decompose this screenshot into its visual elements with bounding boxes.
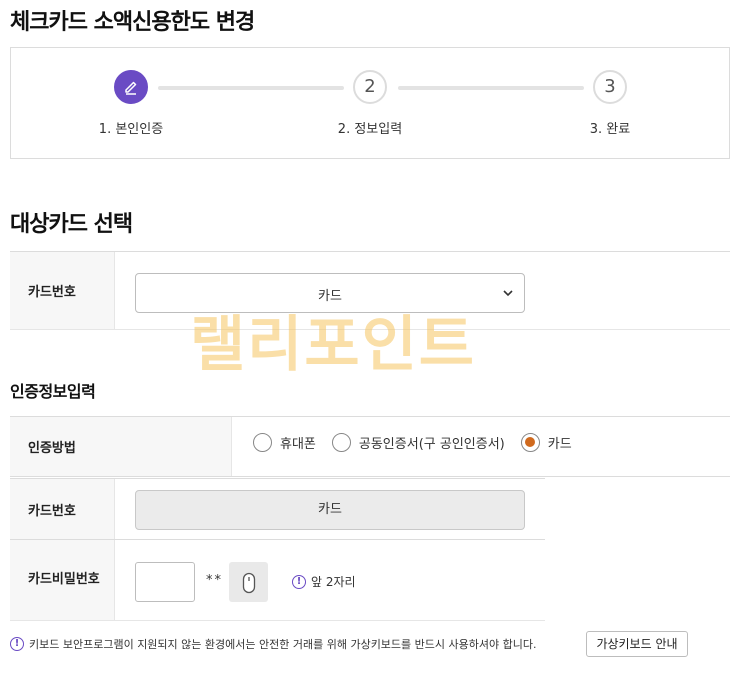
radio-certificate-label: 공동인증서(구 공인인증서)	[358, 437, 505, 452]
radio-card[interactable]: 카드	[520, 433, 572, 452]
auth-section-title: 인증정보입력	[10, 382, 96, 401]
auth-card-number-row: 카드번호 카드	[10, 478, 545, 539]
step-3-label: 3. 완료	[589, 122, 631, 137]
step-1-indicator	[114, 70, 148, 104]
keyboard-security-notice: ! 키보드 보안프로그램이 지원되지 않는 환경에서는 안전한 거래를 위해 가…	[10, 636, 536, 652]
step-connector-1	[158, 86, 344, 90]
chevron-down-icon	[503, 290, 513, 297]
target-card-row: 카드번호 카드	[10, 251, 730, 330]
target-card-section-title: 대상카드 선택	[10, 212, 133, 237]
virtual-keyboard-button[interactable]	[229, 562, 268, 602]
progress-stepper: 2 3 1. 본인인증 2. 정보입력 3. 완료	[10, 47, 730, 159]
auth-card-number-label: 카드번호	[10, 479, 115, 539]
step-3-indicator: 3	[593, 70, 627, 104]
password-hint: ! 앞 2자리	[292, 573, 356, 590]
card-password-input[interactable]	[135, 562, 195, 602]
password-hint-text: 앞 2자리	[311, 575, 356, 589]
exclamation-icon: !	[292, 574, 306, 589]
radio-phone-button[interactable]	[253, 433, 272, 452]
auth-method-radio-group: 휴대폰 공동인증서(구 공인인증서) 카드	[253, 433, 588, 452]
radio-phone-label: 휴대폰	[280, 437, 316, 452]
card-number-label: 카드번호	[10, 252, 115, 329]
pencil-icon	[125, 81, 137, 95]
card-password-row: 카드비밀번호 ** ! 앞 2자리	[10, 539, 545, 621]
radio-certificate[interactable]: 공동인증서(구 공인인증서)	[331, 433, 505, 452]
radio-phone[interactable]: 휴대폰	[253, 433, 316, 452]
card-select-value: 카드	[318, 289, 342, 304]
step-connector-2	[398, 86, 584, 90]
card-password-mask: **	[206, 573, 223, 588]
radio-card-label: 카드	[547, 437, 572, 452]
radio-card-button[interactable]	[520, 433, 540, 452]
card-password-label: 카드비밀번호	[10, 540, 115, 620]
card-select[interactable]: 카드	[135, 273, 525, 313]
auth-method-label: 인증방법	[10, 417, 232, 476]
card-number-field[interactable]: 카드	[135, 490, 525, 530]
page-title: 체크카드 소액신용한도 변경	[10, 10, 255, 35]
notice-text: 키보드 보안프로그램이 지원되지 않는 환경에서는 안전한 거래를 위해 가상키…	[29, 638, 537, 651]
mouse-icon	[242, 572, 255, 594]
step-1-label: 1. 본인인증	[98, 122, 164, 137]
exclamation-icon: !	[10, 637, 24, 651]
step-2-indicator: 2	[353, 70, 387, 104]
step-2-label: 2. 정보입력	[337, 122, 403, 137]
radio-certificate-button[interactable]	[331, 433, 351, 452]
virtual-keyboard-guide-button[interactable]: 가상키보드 안내	[586, 631, 688, 657]
auth-method-row: 인증방법 휴대폰 공동인증서(구 공인인증서) 카드	[10, 416, 730, 477]
